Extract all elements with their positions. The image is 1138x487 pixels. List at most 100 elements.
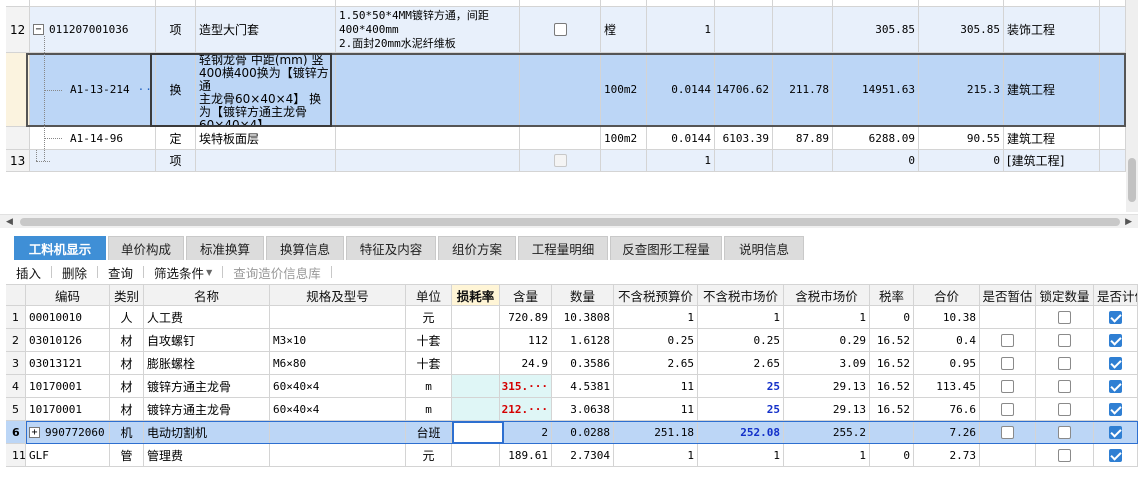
is-priced-checkbox[interactable] bbox=[1109, 310, 1122, 324]
code-cell[interactable]: 10170001 bbox=[26, 375, 110, 398]
collapse-icon[interactable]: − bbox=[33, 24, 44, 35]
is-estimated-checkbox[interactable] bbox=[1001, 356, 1014, 370]
kind-cell[interactable]: 项 bbox=[156, 7, 196, 53]
table-row[interactable]: 1 00010010 人 人工费 元 720.89 10.3808 1 1 1 … bbox=[6, 306, 1138, 329]
unit-cell[interactable]: m bbox=[406, 398, 452, 421]
budget-price-cell[interactable]: 1 bbox=[614, 306, 698, 329]
is-priced-cell[interactable] bbox=[1094, 329, 1138, 352]
is-priced-checkbox[interactable] bbox=[1109, 448, 1122, 462]
table-row-selected[interactable]: A1-13-214 ··· 换 轻钢龙骨 中距(mm) 竖 400横400换为【… bbox=[6, 53, 1126, 127]
header-total[interactable]: 合价 bbox=[914, 284, 980, 306]
lock-quantity-cell[interactable] bbox=[1036, 398, 1094, 421]
checkbox[interactable] bbox=[553, 23, 567, 36]
name-cell[interactable]: 埃特板面层 bbox=[196, 127, 336, 150]
kind-cell[interactable]: 项 bbox=[156, 150, 196, 172]
table-row[interactable]: 4 10170001 材 镀锌方通主龙骨 60×40×4 m 315. ··· 4… bbox=[6, 375, 1138, 398]
name-cell[interactable] bbox=[196, 150, 336, 172]
quantity-cell[interactable]: 1.6128 bbox=[552, 329, 614, 352]
name-cell[interactable]: 镀锌方通主龙骨 bbox=[144, 398, 270, 421]
delete-button[interactable]: 删除 bbox=[62, 263, 87, 282]
tab-conversion-info[interactable]: 换算信息 bbox=[266, 236, 344, 260]
unit-cell[interactable]: 台班 bbox=[406, 421, 452, 444]
content-cell[interactable]: 720.89 bbox=[500, 306, 552, 329]
tax-rate-cell[interactable]: 16.52 bbox=[870, 398, 914, 421]
table-row-12[interactable]: 12 − 011207001036 项 造型大门套 1.50*50*4MM镀锌方… bbox=[6, 7, 1126, 53]
tab-unit-price-composition[interactable]: 单价构成 bbox=[108, 236, 184, 260]
more-icon[interactable]: ··· bbox=[528, 403, 548, 416]
header-type[interactable]: 类别 bbox=[110, 284, 144, 306]
lock-quantity-checkbox[interactable] bbox=[1058, 310, 1071, 324]
table-row-selected[interactable]: 6 + 990772060 机 电动切割机 台班 2 0.0288 251.18… bbox=[6, 421, 1138, 444]
qty-cell[interactable]: 1 bbox=[647, 7, 715, 53]
quantity-cell[interactable]: 10.3808 bbox=[552, 306, 614, 329]
loss-rate-cell[interactable] bbox=[452, 375, 500, 398]
tab-features[interactable]: 特征及内容 bbox=[346, 236, 436, 260]
tax-market-price-cell[interactable]: 3.09 bbox=[784, 352, 870, 375]
tab-graphic-quantity[interactable]: 反查图形工程量 bbox=[610, 236, 722, 260]
name-cell[interactable]: 造型大门套 bbox=[196, 7, 336, 53]
table-row[interactable]: 2 03010126 材 自攻螺钉 M3×10 十套 112 1.6128 0.… bbox=[6, 329, 1138, 352]
is-priced-checkbox[interactable] bbox=[1109, 379, 1122, 393]
budget-price-cell[interactable]: 1 bbox=[614, 444, 698, 467]
horizontal-scrollbar[interactable]: ◀ ▶ bbox=[0, 214, 1138, 228]
is-priced-cell[interactable] bbox=[1094, 444, 1138, 467]
lock-quantity-checkbox[interactable] bbox=[1058, 333, 1071, 347]
spec-cell[interactable] bbox=[270, 421, 406, 444]
spec-cell[interactable] bbox=[336, 53, 520, 127]
check-cell[interactable] bbox=[520, 7, 601, 53]
lock-quantity-checkbox[interactable] bbox=[1058, 425, 1071, 439]
unit-cell[interactable]: 元 bbox=[406, 444, 452, 467]
content-cell[interactable]: 189.61 bbox=[500, 444, 552, 467]
lock-quantity-cell[interactable] bbox=[1036, 329, 1094, 352]
name-cell[interactable]: 电动切割机 bbox=[144, 421, 270, 444]
scrollbar-thumb[interactable] bbox=[1128, 158, 1136, 202]
price-cell[interactable]: 6103.39 bbox=[715, 127, 773, 150]
type-cell[interactable]: 管 bbox=[110, 444, 144, 467]
type-cell[interactable]: 材 bbox=[110, 375, 144, 398]
market-price-cell[interactable]: 252.08 bbox=[698, 421, 784, 444]
query-price-db-button[interactable]: 查询造价信息库 bbox=[233, 263, 321, 282]
loss-rate-cell[interactable] bbox=[452, 398, 500, 421]
tax-market-price-cell[interactable]: 1 bbox=[784, 306, 870, 329]
is-estimated-cell[interactable] bbox=[980, 352, 1036, 375]
type-cell[interactable]: 材 bbox=[110, 352, 144, 375]
table-row[interactable]: 11 GLF 管 管理费 元 189.61 2.7304 1 1 1 0 2.7… bbox=[6, 444, 1138, 467]
unit-cell[interactable]: 100m2 bbox=[601, 127, 647, 150]
lock-quantity-cell[interactable] bbox=[1036, 306, 1094, 329]
is-priced-cell[interactable] bbox=[1094, 375, 1138, 398]
loss-rate-cell[interactable] bbox=[452, 329, 500, 352]
lock-quantity-checkbox[interactable] bbox=[1058, 448, 1071, 462]
checkbox[interactable] bbox=[553, 154, 567, 167]
tax-rate-cell[interactable]: 16.52 bbox=[870, 352, 914, 375]
tab-pricing-scheme[interactable]: 组价方案 bbox=[438, 236, 516, 260]
spec-cell[interactable] bbox=[270, 444, 406, 467]
is-priced-cell[interactable] bbox=[1094, 421, 1138, 444]
is-priced-checkbox[interactable] bbox=[1109, 402, 1122, 416]
expand-icon[interactable]: + bbox=[29, 426, 40, 438]
price-cell[interactable]: 14706.62 bbox=[715, 53, 773, 127]
total-price-cell[interactable]: 0 bbox=[833, 150, 919, 172]
tab-description[interactable]: 说明信息 bbox=[724, 236, 804, 260]
total-cell[interactable]: 7.26 bbox=[914, 421, 980, 444]
quantity-cell[interactable]: 3.0638 bbox=[552, 398, 614, 421]
header-is-estimated[interactable]: 是否暂估 bbox=[980, 284, 1036, 306]
is-estimated-checkbox[interactable] bbox=[1001, 402, 1014, 416]
is-priced-cell[interactable] bbox=[1094, 398, 1138, 421]
vertical-scrollbar[interactable] bbox=[1126, 0, 1138, 212]
code-cell[interactable]: + 990772060 bbox=[26, 421, 110, 444]
name-cell[interactable]: 自攻螺钉 bbox=[144, 329, 270, 352]
total-price-cell[interactable]: 305.85 bbox=[833, 7, 919, 53]
header-market-price[interactable]: 不含税市场价 bbox=[698, 284, 784, 306]
header-tax-market-price[interactable]: 含税市场价 bbox=[784, 284, 870, 306]
kind-cell[interactable]: 定 bbox=[156, 127, 196, 150]
combined-price-cell[interactable]: 90.55 bbox=[919, 127, 1004, 150]
budget-price-cell[interactable]: 2.65 bbox=[614, 352, 698, 375]
code-cell[interactable]: 03010126 bbox=[26, 329, 110, 352]
table-row[interactable]: 5 10170001 材 镀锌方通主龙骨 60×40×4 m 212. ··· 3… bbox=[6, 398, 1138, 421]
market-price-cell[interactable]: 2.65 bbox=[698, 352, 784, 375]
quantity-cell[interactable]: 2.7304 bbox=[552, 444, 614, 467]
tax-market-price-cell[interactable]: 1 bbox=[784, 444, 870, 467]
query-button[interactable]: 查询 bbox=[108, 263, 133, 282]
check-cell[interactable] bbox=[520, 127, 601, 150]
budget-price-cell[interactable]: 11 bbox=[614, 375, 698, 398]
